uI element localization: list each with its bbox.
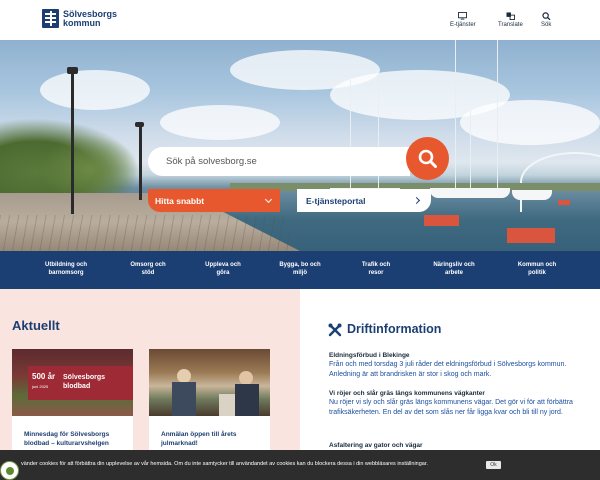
- news-card-title: Anmälan öppen till årets julmarknad!: [161, 431, 237, 447]
- nav-item-label: barnomsorg: [48, 270, 84, 276]
- coat-of-arms-icon: [42, 9, 59, 28]
- banner-year: 500 år: [32, 372, 56, 381]
- anniversary-banner: 500 år juni 2025 Sölvesborgs blodbad: [28, 366, 133, 400]
- banner-name-line-1: Sölvesborgs: [63, 374, 106, 381]
- eservice-portal-label: E-tjänsteportal: [306, 196, 366, 206]
- news-card-image: 500 år juni 2025 Sölvesborgs blodbad: [12, 349, 133, 416]
- nav-item-business[interactable]: Näringsliv och arbete: [424, 261, 484, 277]
- nav-item-label: Näringsliv och: [433, 262, 475, 268]
- pier-planks: [0, 215, 290, 251]
- operations-info-section: Driftinformation Eldningsförbud i Blekin…: [300, 289, 600, 450]
- buoy: [424, 215, 459, 226]
- nav-item-care[interactable]: Omsorg och stöd: [118, 261, 178, 277]
- quick-find-label: Hitta snabbt: [155, 196, 205, 206]
- street-lamp: [71, 70, 74, 214]
- banner-name-line-2: blodbad: [63, 383, 91, 390]
- news-heading: Aktuellt: [12, 318, 60, 333]
- nav-item-traffic[interactable]: Trafik och resor: [346, 261, 406, 277]
- street-lamp-head: [67, 67, 78, 74]
- cookie-message: vänder cookies för att förbättra din upp…: [21, 461, 428, 467]
- chevron-down-icon: [264, 195, 273, 204]
- translate-label: Translate: [498, 22, 523, 28]
- nav-item-municipality[interactable]: Kommun och politik: [507, 261, 567, 277]
- operations-item-text[interactable]: Från och med torsdag 3 juli råder det el…: [329, 360, 587, 380]
- search-label: Sök: [541, 22, 552, 28]
- eservices-label: E-tjänster: [450, 22, 476, 28]
- banner-date: juni 2025: [32, 384, 49, 389]
- operations-item-heading: Eldningsförbud i Blekinge: [329, 352, 410, 359]
- nav-item-label: Kommun och: [517, 262, 557, 268]
- cloud: [160, 105, 280, 140]
- street-lamp: [139, 125, 142, 200]
- nav-item-label: Bygga, bo och: [279, 262, 321, 268]
- cloud: [40, 70, 150, 110]
- operations-item-heading: Vi röjer och slår gräs längs kommunens v…: [329, 390, 485, 397]
- hero-search-input[interactable]: [166, 154, 396, 169]
- operations-item-text[interactable]: Nu röjer vi sly och slår gräs längs komm…: [329, 398, 587, 418]
- nav-item-label: Uppleva och: [205, 262, 241, 268]
- news-section: Aktuellt 500 år juni 2025 Sölvesborgs bl…: [0, 289, 300, 450]
- person-figure: [177, 369, 191, 383]
- sailboat: [512, 190, 552, 200]
- chevron-right-icon: [412, 196, 421, 205]
- news-card-title: Minnesdag för Sölvesborgs blodbad – kult…: [24, 431, 110, 447]
- logo-line-2: kommun: [63, 17, 101, 28]
- boat-mast: [497, 40, 498, 190]
- nav-item-label: arbete: [444, 270, 463, 276]
- logo-text: Sölvesborgs kommun: [63, 9, 117, 28]
- nav-item-label: miljö: [292, 270, 307, 276]
- nav-item-label: resor: [368, 270, 384, 276]
- boat-mast: [470, 110, 471, 190]
- search-icon: [418, 149, 437, 168]
- nav-item-education[interactable]: Utbildning och barnomsorg: [36, 261, 96, 277]
- nav-item-label: Omsorg och: [130, 262, 166, 268]
- search-icon: [542, 12, 551, 20]
- translate-icon: [506, 12, 515, 20]
- buoy: [507, 228, 555, 243]
- eservices-button[interactable]: E-tjänster: [450, 12, 476, 28]
- operations-info-heading: Driftinformation: [347, 322, 442, 336]
- translate-button[interactable]: Translate: [498, 12, 523, 28]
- hero-search-button[interactable]: [406, 137, 449, 180]
- monitor-icon: [458, 12, 468, 20]
- header-search-button[interactable]: Sök: [541, 12, 551, 28]
- nav-item-experience[interactable]: Uppleva och göra: [193, 261, 253, 277]
- quick-find-dropdown[interactable]: Hitta snabbt: [148, 189, 280, 212]
- cookie-ok-button[interactable]: Ok: [486, 461, 501, 469]
- person-figure: [172, 382, 196, 416]
- nav-item-label: Utbildning och: [45, 262, 87, 268]
- news-card[interactable]: Anmälan öppen till årets julmarknad!: [149, 349, 270, 450]
- street-lamp-head: [135, 122, 144, 127]
- main-navigation: Utbildning och barnomsorg Omsorg och stö…: [0, 251, 600, 289]
- news-card[interactable]: 500 år juni 2025 Sölvesborgs blodbad Min…: [12, 349, 133, 450]
- banner-name: Sölvesborgs blodbad: [63, 373, 105, 391]
- hero-image: [0, 40, 600, 251]
- eservice-portal-link[interactable]: E-tjänsteportal: [297, 189, 431, 212]
- site-logo[interactable]: Sölvesborgs kommun: [42, 9, 117, 28]
- nav-item-label: politik: [528, 270, 546, 276]
- operations-item-heading: Asfaltering av gator och vägar: [329, 442, 423, 449]
- nav-item-label: göra: [216, 270, 230, 276]
- person-figure: [235, 384, 259, 416]
- news-card-image: [149, 349, 270, 416]
- boat-mast: [455, 40, 456, 190]
- buoy: [558, 200, 570, 205]
- sailboat: [430, 188, 510, 198]
- person-figure: [239, 371, 253, 385]
- cloud: [460, 100, 600, 145]
- nav-item-label: stöd: [141, 270, 155, 276]
- nav-item-housing[interactable]: Bygga, bo och miljö: [270, 261, 330, 277]
- cookie-banner: vänder cookies för att förbättra din upp…: [0, 450, 600, 480]
- cookie-settings-icon[interactable]: [0, 461, 19, 480]
- nav-item-label: Trafik och: [361, 262, 391, 268]
- tools-icon: [328, 323, 342, 337]
- site-header: Sölvesborgs kommun E-tjänster Translate …: [0, 0, 600, 40]
